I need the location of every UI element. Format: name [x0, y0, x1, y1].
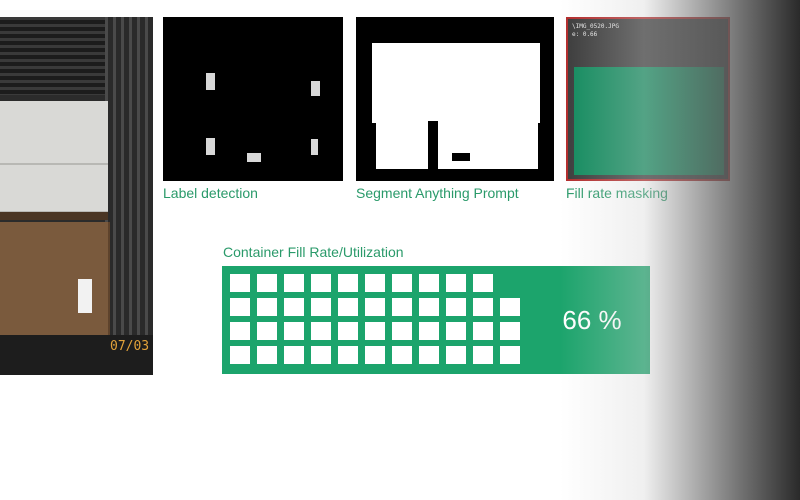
utilization-cell [446, 274, 466, 292]
utilization-cell [500, 346, 520, 364]
segment-anything-mask [356, 17, 554, 181]
utilization-cell [311, 322, 331, 340]
label-sticker [78, 279, 92, 313]
container-photo: 07/03 [0, 17, 153, 375]
utilization-cell [257, 298, 277, 316]
utilization-cell [284, 346, 304, 364]
utilization-cell [500, 322, 520, 340]
utilization-cell [257, 322, 277, 340]
utilization-cell [473, 322, 493, 340]
utilization-cell [365, 298, 385, 316]
white-carton-stack [0, 165, 108, 213]
utilization-cell [338, 346, 358, 364]
segment-anything-caption: Segment Anything Prompt [356, 185, 519, 201]
fill-rate-mask-image: \IMG_0520.JPG e: 0.66 [566, 17, 730, 181]
detected-label-box [311, 81, 320, 96]
utilization-cell [284, 322, 304, 340]
utilization-cell [365, 322, 385, 340]
detected-label-box [206, 73, 215, 90]
utilization-cell [473, 298, 493, 316]
utilization-cell [311, 274, 331, 292]
utilization-cell [419, 322, 439, 340]
utilization-cell [311, 346, 331, 364]
utilization-cell [446, 322, 466, 340]
confidence-overlay: e: 0.66 [572, 31, 598, 38]
detected-label-box [247, 153, 261, 162]
utilization-cell [446, 346, 466, 364]
utilization-cell [392, 274, 412, 292]
label-detection-panel: Label detection [163, 17, 345, 207]
utilization-cell [500, 298, 520, 316]
utilization-cell [365, 274, 385, 292]
fill-mask-region [574, 67, 724, 175]
utilization-title: Container Fill Rate/Utilization [223, 244, 404, 260]
utilization-grid [230, 274, 530, 370]
utilization-cell [230, 298, 250, 316]
mask-gap [428, 121, 438, 169]
utilization-cell [392, 298, 412, 316]
utilization-cell [473, 346, 493, 364]
utilization-cell [311, 298, 331, 316]
white-carton-stack [0, 101, 108, 165]
mask-region [376, 117, 428, 169]
utilization-cell [392, 346, 412, 364]
utilization-cell [338, 322, 358, 340]
fill-rate-masking-panel: \IMG_0520.JPG e: 0.66 Fill rate masking [566, 17, 736, 207]
utilization-cell [257, 274, 277, 292]
utilization-cell [338, 274, 358, 292]
fill-rate-masking-caption: Fill rate masking [566, 185, 668, 201]
utilization-cell [419, 298, 439, 316]
utilization-bar: 66 % [222, 266, 650, 374]
label-detection-caption: Label detection [163, 185, 258, 201]
photo-date-stamp: 07/03 [110, 339, 150, 354]
utilization-cell [446, 298, 466, 316]
utilization-cell [230, 322, 250, 340]
label-detection-image [163, 17, 343, 181]
utilization-cell [473, 274, 493, 292]
mask-hole [452, 153, 470, 161]
segment-anything-panel: Segment Anything Prompt [356, 17, 556, 207]
utilization-cell [284, 298, 304, 316]
utilization-cell [230, 346, 250, 364]
detected-label-box [311, 139, 318, 155]
utilization-percent: 66 % [562, 305, 622, 335]
mask-region [438, 121, 538, 169]
utilization-cell [392, 322, 412, 340]
utilization-cell [365, 346, 385, 364]
utilization-cell [338, 298, 358, 316]
utilization-cell [419, 274, 439, 292]
utilization-cell [257, 346, 277, 364]
utilization-cell [284, 274, 304, 292]
utilization-cell [230, 274, 250, 292]
pallet [0, 212, 108, 220]
image-filename-overlay: \IMG_0520.JPG [572, 23, 619, 30]
utilization-cell [419, 346, 439, 364]
container-side-wall [105, 17, 153, 375]
mask-region [372, 43, 540, 123]
brown-carton-stack [0, 222, 110, 350]
detected-label-box [206, 138, 215, 155]
